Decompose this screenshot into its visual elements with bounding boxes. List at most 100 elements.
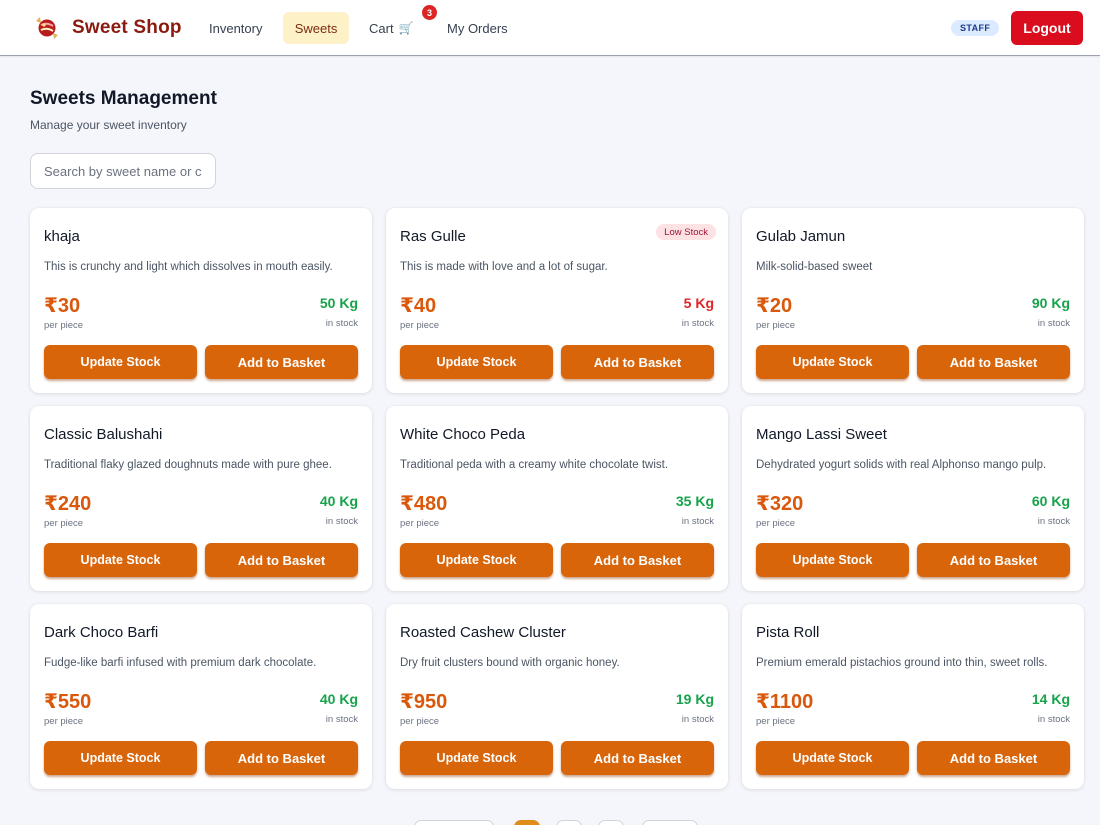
sweet-name: Ras Gulle — [400, 228, 466, 245]
update-stock-button[interactable]: Update Stock — [756, 741, 909, 775]
search-input[interactable] — [30, 153, 216, 189]
sweet-price: ₹240 — [44, 493, 92, 515]
price-unit-label: per piece — [44, 716, 84, 727]
sweet-price: ₹950 — [400, 691, 448, 713]
stock-quantity: 90 Kg — [1031, 295, 1070, 311]
brand-title: Sweet Shop — [72, 17, 182, 38]
stock-quantity: 50 Kg — [319, 295, 358, 311]
stock-quantity: 5 Kg — [683, 295, 714, 311]
sweet-card: Gulab Jamun Milk-solid-based sweet ₹20 per … — [742, 208, 1084, 393]
sweet-description: Dehydrated yogurt solids with real Alpho… — [756, 459, 1047, 471]
sweet-name: Gulab Jamun — [756, 228, 846, 245]
price-unit-label: per piece — [44, 320, 84, 331]
sweet-description: This is crunchy and light which dissolve… — [44, 261, 333, 273]
page-subtitle: Manage your sweet inventory — [30, 118, 187, 132]
sweet-description: Traditional flaky glazed doughnuts made … — [44, 459, 332, 471]
add-to-basket-button[interactable]: Add to Basket — [205, 345, 358, 379]
price-unit-label: per piece — [756, 716, 796, 727]
price-unit-label: per piece — [756, 320, 796, 331]
sweet-card: Pista Roll Premium emerald pistachios gro… — [742, 604, 1084, 789]
sweet-price: ₹20 — [756, 295, 793, 317]
update-stock-button[interactable]: Update Stock — [756, 543, 909, 577]
add-to-basket-button[interactable]: Add to Basket — [561, 741, 714, 775]
sweet-description: Dry fruit clusters bound with organic ho… — [400, 657, 620, 669]
sweet-description: Fudge-like barfi infused with premium da… — [44, 657, 317, 669]
update-stock-button[interactable]: Update Stock — [44, 543, 197, 577]
sweet-name: White Choco Peda — [400, 426, 526, 443]
page-title: Sweets Management — [30, 88, 217, 109]
pagination-page-button[interactable] — [556, 820, 582, 825]
price-unit-label: per piece — [400, 320, 440, 331]
update-stock-button[interactable]: Update Stock — [400, 543, 553, 577]
add-to-basket-button[interactable]: Add to Basket — [561, 345, 714, 379]
role-badge: STAFF — [951, 20, 1000, 36]
stock-quantity: 35 Kg — [675, 493, 714, 509]
sweet-card: White Choco Peda Traditional peda with a … — [386, 406, 728, 591]
stock-label: in stock — [325, 318, 358, 329]
update-stock-button[interactable]: Update Stock — [44, 741, 197, 775]
sweet-card: Dark Choco Barfi Fudge-like barfi infused… — [30, 604, 372, 789]
stock-label: in stock — [681, 318, 714, 329]
price-unit-label: per piece — [756, 518, 796, 529]
stock-quantity: 60 Kg — [1031, 493, 1070, 509]
sweet-name: Pista Roll — [756, 624, 820, 641]
sweet-card: khaja This is crunchy and light which dis… — [30, 208, 372, 393]
sweet-description: This is made with love and a lot of suga… — [400, 261, 608, 273]
update-stock-button[interactable]: Update Stock — [400, 345, 553, 379]
sweet-price: ₹550 — [44, 691, 92, 713]
update-stock-button[interactable]: Update Stock — [400, 741, 553, 775]
sweet-description: Premium emerald pistachios ground into t… — [756, 657, 1048, 669]
stock-quantity: 40 Kg — [319, 691, 358, 707]
sweet-name: khaja — [44, 228, 80, 245]
pagination-page-button[interactable] — [514, 820, 540, 825]
sweet-price: ₹480 — [400, 493, 448, 515]
sweet-name: Dark Choco Barfi — [44, 624, 159, 641]
add-to-basket-button[interactable]: Add to Basket — [917, 741, 1070, 775]
stock-label: in stock — [1037, 516, 1070, 527]
sweet-price: ₹1100 — [756, 691, 814, 713]
price-unit-label: per piece — [400, 716, 440, 727]
sweet-price: ₹40 — [400, 295, 437, 317]
stock-label: in stock — [325, 516, 358, 527]
sweet-card: Classic Balushahi Traditional flaky glaze… — [30, 406, 372, 591]
sweet-name: Roasted Cashew Cluster — [400, 624, 566, 641]
add-to-basket-button[interactable]: Add to Basket — [205, 543, 358, 577]
add-to-basket-button[interactable]: Add to Basket — [561, 543, 714, 577]
add-to-basket-button[interactable]: Add to Basket — [917, 543, 1070, 577]
nav-cart-label: Cart — [369, 20, 394, 36]
candy-logo-icon — [36, 17, 58, 39]
navbar: Sweet Shop Inventory Sweets Cart 🛒 3 My … — [0, 0, 1100, 56]
stock-label: in stock — [681, 516, 714, 527]
nav-cart[interactable]: Cart 🛒 — [357, 12, 426, 44]
price-unit-label: per piece — [44, 518, 84, 529]
sweet-description: Traditional peda with a creamy white cho… — [400, 459, 669, 471]
stock-label: in stock — [681, 714, 714, 725]
nav-inventory[interactable]: Inventory — [197, 12, 274, 44]
pagination-prev-button[interactable] — [414, 820, 494, 825]
nav-sweets[interactable]: Sweets — [283, 12, 349, 44]
sweet-price: ₹30 — [44, 295, 81, 317]
stock-label: in stock — [1037, 318, 1070, 329]
add-to-basket-button[interactable]: Add to Basket — [205, 741, 358, 775]
stock-quantity: 19 Kg — [675, 691, 714, 707]
nav-my-orders[interactable]: My Orders — [435, 12, 520, 44]
logout-button[interactable]: Logout — [1011, 11, 1083, 45]
stock-label: in stock — [325, 714, 358, 725]
update-stock-button[interactable]: Update Stock — [44, 345, 197, 379]
sweet-card: Ras Gulle Low Stock This is made with love… — [386, 208, 728, 393]
low-stock-badge: Low Stock — [656, 224, 716, 240]
sweet-description: Milk-solid-based sweet — [756, 261, 873, 273]
sweet-name: Mango Lassi Sweet — [756, 426, 887, 443]
sweet-card: Mango Lassi Sweet Dehydrated yogurt solid… — [742, 406, 1084, 591]
pagination-next-button[interactable] — [642, 820, 698, 825]
update-stock-button[interactable]: Update Stock — [756, 345, 909, 379]
brand[interactable]: Sweet Shop — [32, 14, 182, 42]
sweets-grid: khaja This is crunchy and light which dis… — [30, 208, 1084, 789]
pagination-page-button[interactable] — [598, 820, 624, 825]
stock-quantity: 14 Kg — [1031, 691, 1070, 707]
stock-label: in stock — [1037, 714, 1070, 725]
cart-icon: 🛒 — [398, 21, 414, 35]
stock-quantity: 40 Kg — [319, 493, 358, 509]
add-to-basket-button[interactable]: Add to Basket — [917, 345, 1070, 379]
sweet-price: ₹320 — [756, 493, 804, 515]
